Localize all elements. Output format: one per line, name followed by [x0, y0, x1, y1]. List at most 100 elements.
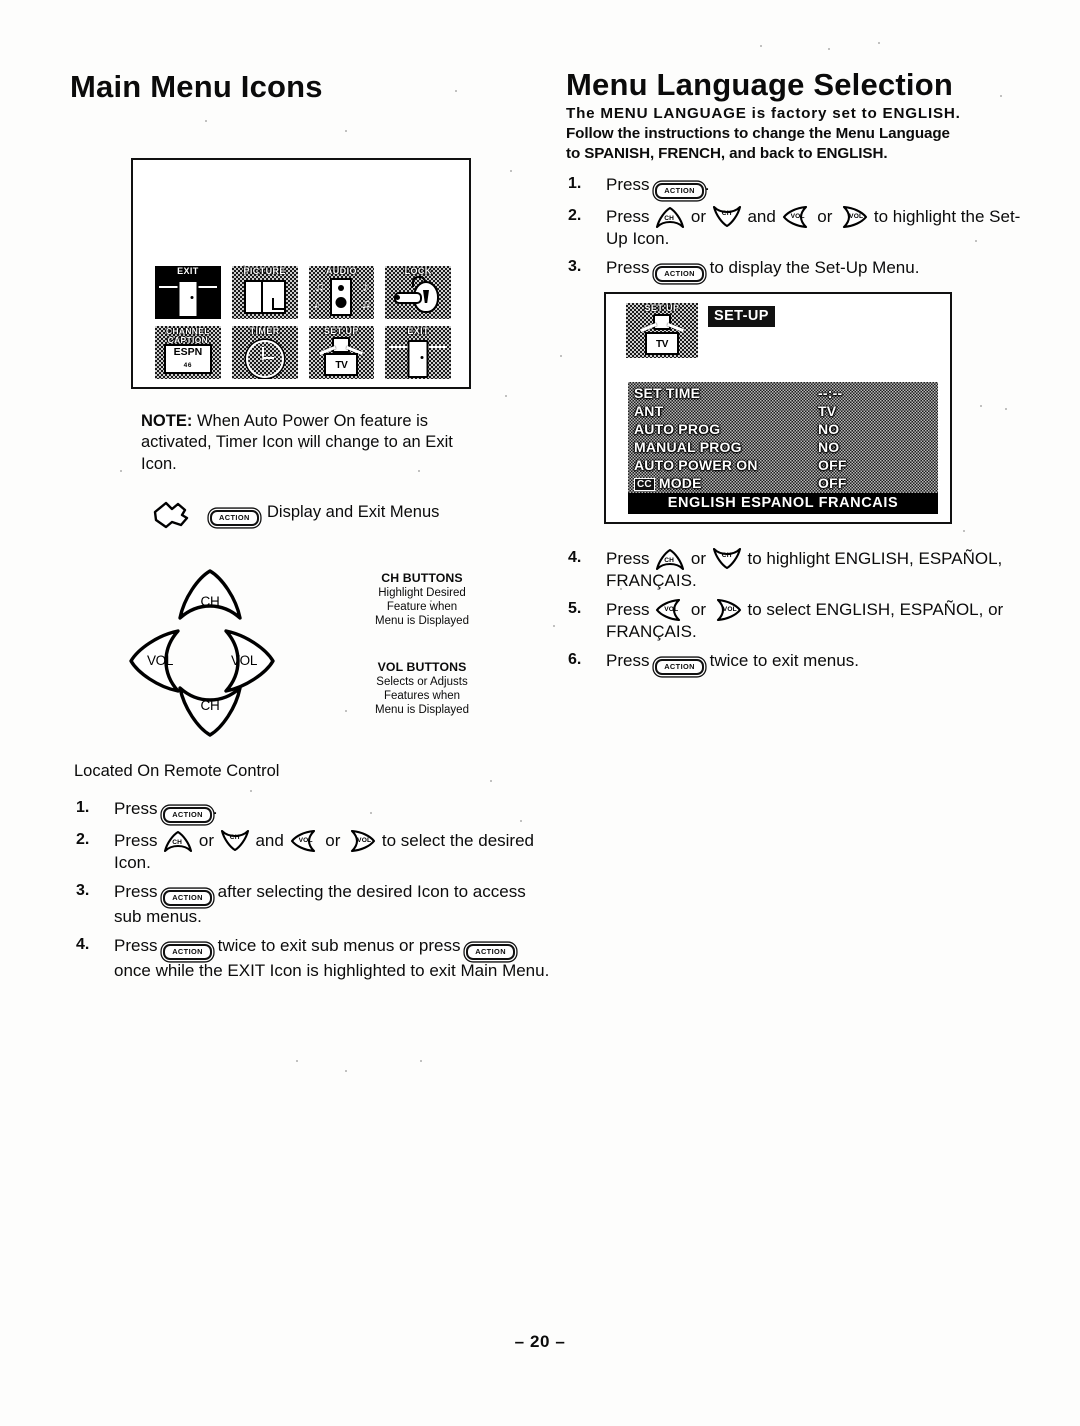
tv-shape: TV [324, 353, 359, 376]
step-item: 3. Press ACTION after selecting the desir… [74, 881, 552, 928]
manual-page: Main Menu Icons EXIT PICTURE AUDIO ♫ ♪ ♪ ♫ LOCK… [0, 0, 1080, 1426]
menu-icon-channel-caption[interactable]: CHANNEL CAPTION ESPN 46 [155, 326, 221, 379]
caption-screen-sub: 46 [183, 362, 193, 369]
ch-buttons-heading: CH BUTTONS [381, 571, 463, 585]
scan-speckle [146, 440, 148, 442]
setup-menu-row-value: TV [818, 403, 837, 419]
vol-left-button[interactable]: VOL [128, 625, 186, 697]
scan-speckle [296, 1060, 298, 1062]
menu-icon-lock[interactable]: LOCK [385, 266, 451, 319]
ch-up-button[interactable]: CH [174, 568, 246, 626]
step-number: 3. [568, 258, 582, 276]
vol-right-key-glyph[interactable]: VOL [346, 830, 376, 852]
clock-shape [245, 340, 284, 378]
menu-icon-caption: EXIT [177, 266, 199, 276]
ch-down-key-glyph[interactable]: CH [220, 830, 250, 852]
menu-icon-picture[interactable]: PICTURE [231, 266, 298, 319]
setup-menu-row[interactable]: ANT TV [628, 402, 938, 420]
setup-menu-row[interactable]: AUTO POWER ON OFF [628, 456, 938, 474]
caption-screen-shape: ESPN 46 [164, 344, 212, 374]
step-text: Press [606, 549, 655, 568]
action-button-glyph[interactable]: ACTION [655, 266, 704, 283]
key-shape [394, 292, 423, 304]
step-number: 2. [568, 207, 582, 224]
step-text: or [686, 207, 711, 226]
vol-buttons-line-1: Selects or Adjusts [376, 676, 468, 688]
action-button-glyph[interactable]: ACTION [163, 944, 212, 961]
step-text: Press [114, 936, 163, 956]
scan-speckle [553, 625, 555, 627]
vol-left-key-glyph[interactable]: VOL [290, 830, 320, 852]
menu-icon-audio[interactable]: AUDIO ♫ ♪ ♪ ♫ [308, 266, 375, 319]
step-text: once while the EXIT Icon is highlighted … [114, 961, 550, 981]
display-exit-menus-row: ACTION Display and Exit Menus [152, 495, 492, 541]
setup-menu-row-label: CC MODE [634, 474, 702, 492]
scan-speckle [1000, 95, 1002, 97]
setup-menu-row-value: OFF [818, 457, 847, 473]
step-item: 2. Press CH or CH and VOL or VOL to selec… [74, 830, 552, 874]
setup-menu-row[interactable]: AUTO PROG NO [628, 420, 938, 438]
vol-left-key-glyph[interactable]: VOL [782, 206, 812, 228]
language-selection-bar[interactable]: ENGLISH ESPANOL FRANCAIS [628, 493, 938, 514]
key-glyph-label: CH [721, 210, 732, 217]
menu-icon-caption: TIMER [249, 326, 280, 336]
setup-menu-row[interactable]: MANUAL PROG NO [628, 438, 938, 456]
vol-buttons-line-3: Menu is Displayed [375, 704, 469, 717]
music-note-icon: ♫ [361, 296, 371, 311]
menu-icon-exit[interactable]: EXIT [155, 266, 221, 319]
menu-icon-exit[interactable]: EXIT [385, 326, 451, 379]
scan-speckle [975, 240, 977, 242]
action-button-glyph[interactable]: ACTION [163, 807, 212, 823]
ch-up-key-glyph[interactable]: CH [655, 206, 685, 228]
vol-right-key-glyph[interactable]: VOL [838, 206, 868, 228]
menu-icon-timer[interactable]: TIMER [231, 326, 298, 379]
ch-down-key-glyph[interactable]: CH [712, 548, 742, 570]
ch-up-key-glyph[interactable]: CH [163, 830, 193, 852]
setup-menu-row[interactable]: SET TIME --:-- [628, 384, 938, 402]
step-text: and [250, 831, 289, 850]
door-shape [407, 340, 429, 378]
action-button-glyph[interactable]: ACTION [210, 510, 259, 526]
language-steps-bottom-list: 4. Press CH or CH to highlight ENGLISH, E… [566, 548, 1036, 682]
action-button-glyph[interactable]: ACTION [655, 183, 704, 199]
vol-right-button[interactable]: VOL [218, 625, 276, 697]
vol-buttons-heading: VOL BUTTONS [377, 660, 467, 674]
vol-left-key-glyph[interactable]: VOL [655, 599, 685, 622]
display-exit-menus-label: Display and Exit Menus [267, 503, 440, 521]
setup-menu-row-value: --:-- [818, 385, 843, 401]
step-text: or [320, 831, 346, 850]
setup-menu-row-label: MANUAL PROG [634, 439, 742, 455]
ch-down-key-glyph[interactable]: CH [712, 206, 742, 228]
menu-icon-set-up[interactable]: SET UP TV [308, 326, 375, 379]
setup-menu-row[interactable]: CC MODE OFF [628, 474, 938, 492]
step-item: 3. Press ACTION to display the Set-Up Men… [566, 257, 1036, 283]
step-text: Press [606, 175, 655, 194]
scan-speckle [878, 42, 880, 44]
scan-speckle [345, 710, 347, 712]
menu-icon-caption: EXIT [407, 326, 429, 336]
step-number: 6. [568, 651, 582, 669]
action-button-glyph[interactable]: ACTION [655, 659, 704, 676]
scan-speckle [828, 48, 830, 50]
key-glyph-label: VOL [790, 213, 805, 220]
setup-menu-title-badge: SET-UP [708, 306, 775, 327]
main-menu-steps-list: 1. Press ACTION. 2. Press CH or CH and VOL … [74, 798, 552, 989]
key-glyph-label: CH [664, 557, 675, 564]
setup-menu-row-value: NO [818, 439, 840, 455]
key-glyph-label: VOL [722, 606, 737, 614]
step-number: 4. [568, 549, 582, 566]
action-button-glyph[interactable]: ACTION [466, 944, 515, 961]
menu-icon-caption: SET UP [323, 326, 359, 336]
scan-speckle [345, 1070, 347, 1072]
step-text: Press [114, 831, 163, 850]
key-glyph-label: CH [229, 834, 240, 841]
scan-speckle [420, 1060, 422, 1062]
step-number: 1. [76, 799, 90, 816]
setup-menu-row-label: ANT [634, 403, 664, 419]
scan-speckle [1005, 408, 1007, 410]
action-button-glyph[interactable]: ACTION [163, 890, 212, 907]
ch-up-key-glyph[interactable]: CH [655, 548, 685, 570]
setup-menu-row-label: SET TIME [634, 385, 701, 401]
vol-right-key-glyph[interactable]: VOL [712, 599, 742, 622]
step-text: Press [114, 799, 163, 818]
